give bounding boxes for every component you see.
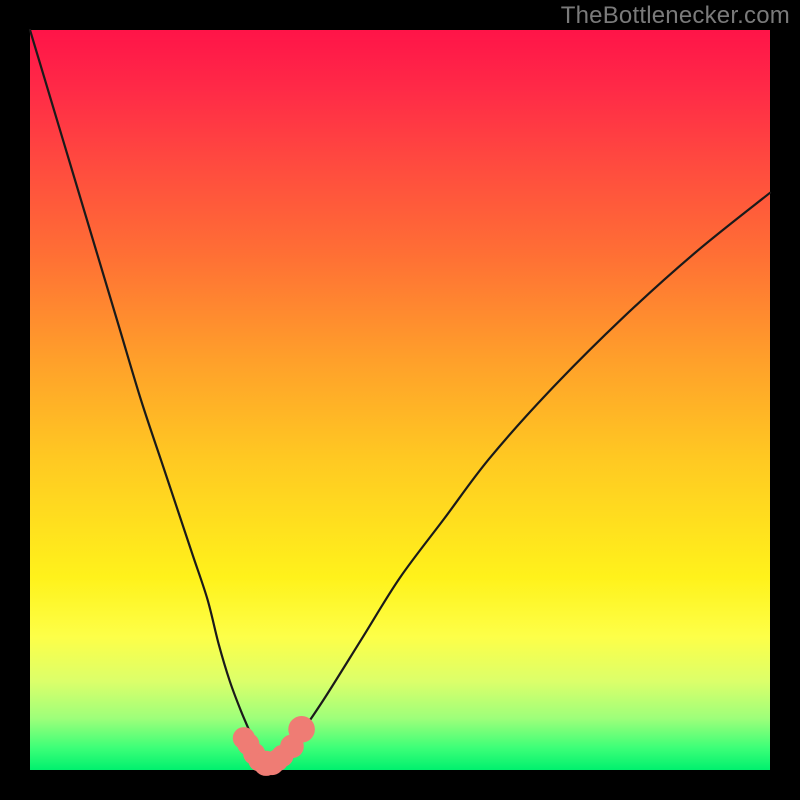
chart-plot-area (30, 30, 770, 770)
watermark-text: TheBottlenecker.com (561, 2, 790, 30)
